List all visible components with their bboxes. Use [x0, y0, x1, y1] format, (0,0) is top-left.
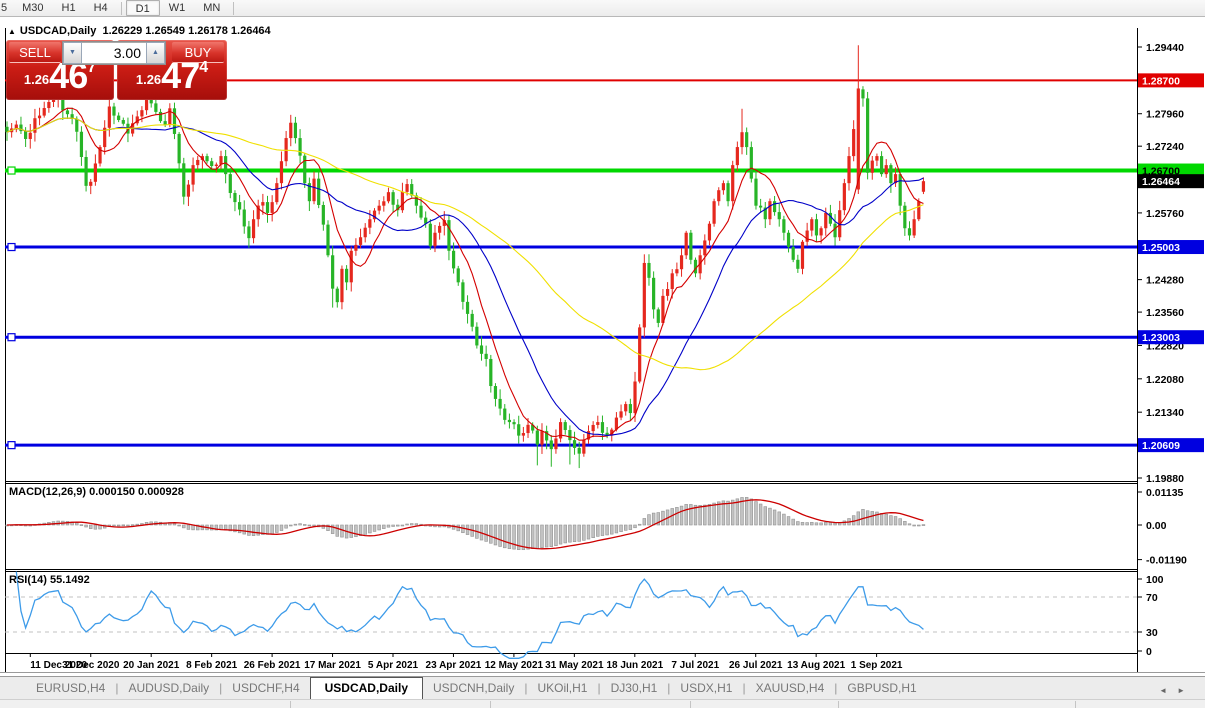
- toolbar-separator: [233, 1, 235, 15]
- one-click-trading-panel: SELL BUY ▼ ▲ 1.26467 1.26474: [6, 40, 227, 100]
- chart-ohlc-values: 1.26229 1.26549 1.26178 1.26464: [102, 25, 271, 37]
- timeframe-button-mn[interactable]: MN: [194, 0, 229, 16]
- buy-price-pip: 4: [199, 59, 209, 76]
- collapse-panel-icon[interactable]: ▲: [8, 27, 16, 36]
- svg-text:-0.01190: -0.01190: [1146, 555, 1187, 567]
- svg-text:1.23560: 1.23560: [1146, 307, 1184, 319]
- tab-scroll-right-icon[interactable]: ►: [1177, 686, 1195, 695]
- chart-title: ▲ USDCAD,Daily 1.26229 1.26549 1.26178 1.…: [8, 25, 271, 37]
- chart-tab-usdx[interactable]: USDX,H1: [670, 678, 742, 699]
- chart-tab-xauusd[interactable]: XAUUSD,H4: [746, 678, 835, 699]
- moving-average-lines: [6, 107, 924, 441]
- svg-text:1.25760: 1.25760: [1146, 208, 1184, 220]
- timeframe-button-m30[interactable]: M30: [13, 0, 52, 16]
- svg-text:1.22080: 1.22080: [1146, 374, 1184, 386]
- chart-tab-usdcnh[interactable]: USDCNH,Daily: [423, 678, 524, 699]
- chart-tab-bar: EURUSD,H4 | AUDUSD,Daily | USDCHF,H4 USDCAD,D…: [0, 676, 1205, 700]
- svg-text:1.19880: 1.19880: [1146, 473, 1184, 485]
- volume-increase-button[interactable]: ▲: [146, 42, 165, 64]
- chart-tab-audusd[interactable]: AUDUSD,Daily: [118, 678, 219, 699]
- timeframe-button-5[interactable]: 5: [0, 0, 13, 16]
- chart-tab-ukoil[interactable]: UKOil,H1: [527, 678, 597, 699]
- chart-tab-usdcad[interactable]: USDCAD,Daily: [309, 677, 423, 700]
- chart-tab-dj30[interactable]: DJ30,H1: [601, 678, 668, 699]
- price-axis-labels: 1.29440 1.27960 1.27240 1.25760 1.24280 1.235…: [1137, 42, 1184, 485]
- spin-up-icon: ▲: [152, 49, 159, 56]
- rsi-pane: 100 70 30 0: [5, 571, 1164, 659]
- svg-text:1.27960: 1.27960: [1146, 109, 1184, 121]
- svg-text:30: 30: [1146, 627, 1158, 639]
- svg-text:31 May 2021: 31 May 2021: [545, 660, 604, 671]
- spin-down-icon: ▼: [69, 49, 76, 56]
- terminal-window: 0.01135 0.00 -0.01190 100 70 30 0 1.29440 1.27…: [0, 0, 1205, 708]
- svg-text:1.23003: 1.23003: [1142, 332, 1180, 344]
- svg-text:13 Aug 2021: 13 Aug 2021: [787, 660, 845, 671]
- macd-label: MACD(12,26,9) 0.000150 0.000928: [9, 486, 184, 498]
- svg-text:1 Sep 2021: 1 Sep 2021: [851, 660, 903, 671]
- svg-text:18 Jun 2021: 18 Jun 2021: [606, 660, 663, 671]
- status-bar: [0, 699, 1205, 708]
- timeframe-toolbar: 5 M30 H1 H4 D1 W1 MN: [0, 0, 1205, 17]
- buy-price-prefix: 1.26: [135, 72, 162, 87]
- svg-text:12 May 2021: 12 May 2021: [485, 660, 544, 671]
- svg-text:26 Feb 2021: 26 Feb 2021: [244, 660, 301, 671]
- svg-text:1.27240: 1.27240: [1146, 141, 1184, 153]
- timeframe-button-h1[interactable]: H1: [53, 0, 85, 16]
- svg-text:1.25003: 1.25003: [1142, 242, 1180, 254]
- tab-scroll-left-icon[interactable]: ◄: [1159, 686, 1177, 695]
- svg-text:7 Jul 2021: 7 Jul 2021: [671, 660, 719, 671]
- chart-tab-gbpusd[interactable]: GBPUSD,H1: [837, 678, 926, 699]
- candlesticks: [5, 45, 926, 469]
- svg-text:8 Feb 2021: 8 Feb 2021: [186, 660, 238, 671]
- svg-text:20 Jan 2021: 20 Jan 2021: [123, 660, 180, 671]
- date-axis-labels: 11 Dec 202031 Dec 2020 20 Jan 2021 8 Feb 2…: [29, 653, 903, 671]
- macd-pane: 0.01135 0.00 -0.01190: [5, 487, 1187, 567]
- svg-text:100: 100: [1146, 574, 1164, 586]
- svg-text:1.29440: 1.29440: [1146, 42, 1184, 54]
- buy-price-big: 47: [161, 55, 200, 96]
- sell-price-prefix: 1.26: [23, 72, 50, 87]
- svg-text:31 Dec 2020: 31 Dec 2020: [62, 660, 120, 671]
- chart-symbol: USDCAD,Daily: [19, 25, 97, 37]
- timeframe-button-h4[interactable]: H4: [85, 0, 117, 16]
- svg-text:17 Mar 2021: 17 Mar 2021: [304, 660, 361, 671]
- svg-text:1.24280: 1.24280: [1146, 275, 1184, 287]
- svg-text:1.21340: 1.21340: [1146, 407, 1184, 419]
- svg-text:0: 0: [1146, 646, 1152, 658]
- svg-text:1.28700: 1.28700: [1142, 75, 1180, 87]
- volume-decrease-button[interactable]: ▼: [63, 42, 82, 64]
- svg-text:26 Jul 2021: 26 Jul 2021: [729, 660, 783, 671]
- rsi-label: RSI(14) 55.1492: [9, 574, 90, 586]
- svg-text:23 Apr 2021: 23 Apr 2021: [426, 660, 482, 671]
- svg-text:0.00: 0.00: [1146, 520, 1167, 532]
- volume-control: ▼ ▲: [62, 41, 166, 65]
- svg-text:70: 70: [1146, 592, 1158, 604]
- svg-text:1.20609: 1.20609: [1142, 440, 1180, 452]
- svg-text:1.26464: 1.26464: [1142, 176, 1180, 188]
- chart-tab-eurusd[interactable]: EURUSD,H4: [26, 678, 115, 699]
- toolbar-separator: [120, 1, 122, 15]
- timeframe-button-d1[interactable]: D1: [125, 0, 160, 16]
- timeframe-button-w1[interactable]: W1: [160, 0, 195, 16]
- svg-text:0.01135: 0.01135: [1146, 487, 1184, 499]
- volume-input[interactable]: [82, 42, 146, 64]
- chart-tab-usdchf[interactable]: USDCHF,H4: [222, 678, 309, 699]
- chart-area[interactable]: 0.01135 0.00 -0.01190 100 70 30 0 1.29440 1.27…: [0, 0, 1205, 708]
- price-level-badges: 1.287001.267001.250031.230031.206091.264…: [1138, 73, 1204, 453]
- svg-text:5 Apr 2021: 5 Apr 2021: [368, 660, 419, 671]
